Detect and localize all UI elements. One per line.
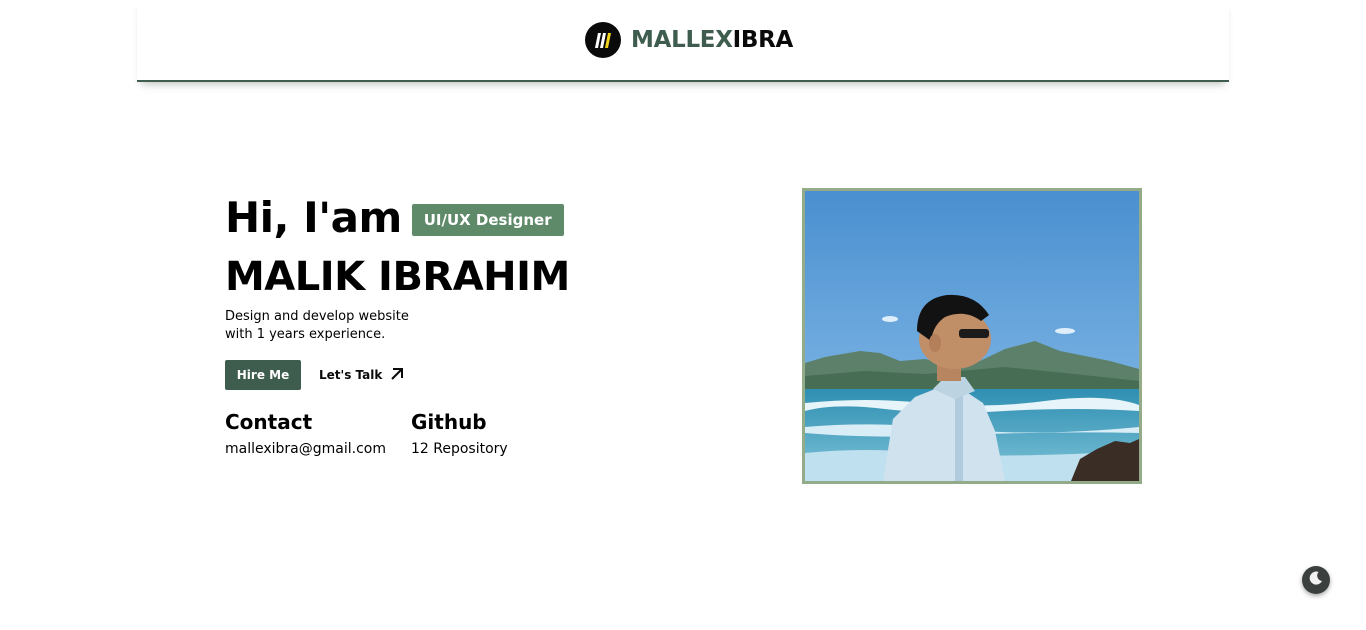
contact-title: Contact xyxy=(225,410,313,434)
profile-photo xyxy=(802,188,1142,484)
github-repo-count[interactable]: 12 Repository xyxy=(411,438,577,460)
theme-toggle-button[interactable] xyxy=(1302,566,1330,594)
brand-name-rest: IBRA xyxy=(732,27,794,53)
hire-me-button[interactable]: Hire Me xyxy=(225,360,301,390)
hero-intro: Hi, I'am UI/UX Designer MALIK IBRAHIM De… xyxy=(225,190,745,457)
cta-row: Hire Me Let's Talk xyxy=(225,360,404,390)
brand-name-accent: MALLEX xyxy=(631,27,733,53)
greeting-row: Hi, I'am UI/UX Designer xyxy=(225,190,745,246)
site-header: MALLEXIBRA xyxy=(137,0,1229,82)
tagline: Design and develop website with 1 years … xyxy=(225,308,425,344)
brand[interactable]: MALLEXIBRA xyxy=(585,22,793,58)
tagline-line-1: Design and develop website xyxy=(225,309,409,324)
greeting-heading: Hi, I'am xyxy=(225,193,402,242)
info-row: Contact mallexibra@gmail.com Github 12 R… xyxy=(225,408,577,460)
person-name-heading: MALIK IBRAHIM xyxy=(225,254,570,300)
lets-talk-label: Let's Talk xyxy=(319,368,383,382)
mi-monogram-logo-icon xyxy=(585,22,621,58)
github-block: Github 12 Repository xyxy=(411,408,577,460)
contact-email[interactable]: mallexibra@gmail.com xyxy=(225,438,391,460)
contact-block: Contact mallexibra@gmail.com xyxy=(225,408,391,460)
moon-icon xyxy=(1308,570,1324,590)
lets-talk-link[interactable]: Let's Talk xyxy=(319,367,404,384)
brand-name: MALLEXIBRA xyxy=(631,27,793,53)
tagline-line-2: with 1 years experience. xyxy=(225,327,386,342)
github-title: Github xyxy=(411,410,487,434)
arrow-up-right-icon xyxy=(390,367,404,384)
role-badge: UI/UX Designer xyxy=(411,204,564,236)
